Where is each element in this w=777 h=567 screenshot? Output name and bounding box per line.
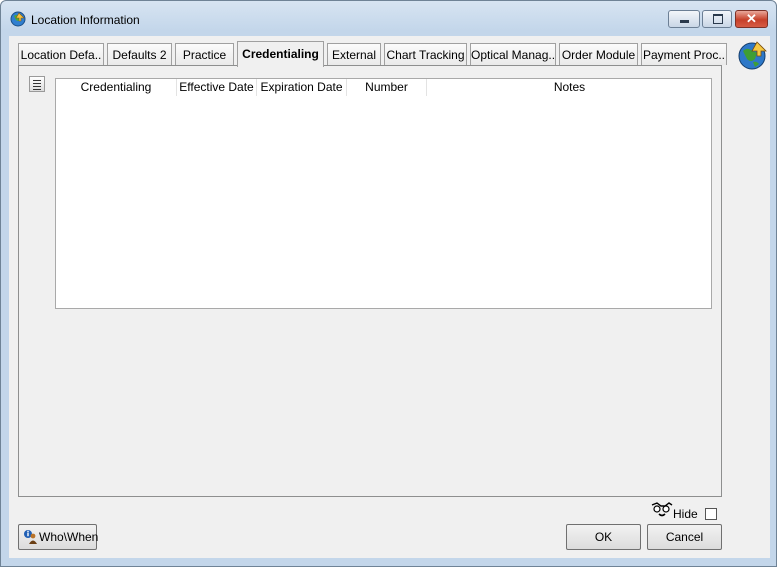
tab-location-defaults[interactable]: Location Defa.. (18, 43, 104, 65)
cancel-label: Cancel (665, 530, 704, 544)
tab-payment-processing[interactable]: Payment Proc.. (641, 43, 727, 65)
credentialing-grid[interactable]: Credentialing Effective Date Expiration … (55, 78, 712, 309)
location-information-window: Location Information ✕ Location Defa.. D… (0, 0, 777, 567)
info-person-icon (24, 530, 37, 544)
client-area: Location Defa.. Defaults 2 Practice Cred… (9, 36, 770, 558)
tab-label: Order Module (561, 48, 636, 62)
tab-label: External (331, 48, 377, 62)
grid-header: Credentialing Effective Date Expiration … (56, 79, 711, 96)
disguise-glasses-icon (651, 502, 673, 517)
who-when-button[interactable]: Who\When (18, 524, 99, 550)
ok-label: OK (594, 530, 613, 544)
tab-label: Location Defa.. (20, 48, 102, 62)
maximize-button[interactable] (702, 10, 732, 28)
tab-chart-tracking[interactable]: Chart Tracking (384, 43, 467, 65)
tab-defaults-2[interactable]: Defaults 2 (107, 43, 172, 65)
tab-label: Optical Manag.. (471, 48, 556, 62)
tab-external[interactable]: External (327, 43, 381, 65)
minimize-icon (680, 20, 689, 23)
tab-label: Credentialing (242, 47, 319, 61)
tab-label: Chart Tracking (386, 48, 465, 62)
tab-label: Payment Proc.. (642, 48, 726, 62)
hide-checkbox[interactable] (705, 508, 717, 520)
tab-optical-management[interactable]: Optical Manag.. (470, 43, 556, 65)
column-header-number[interactable]: Number (347, 79, 427, 96)
hide-label: Hide (673, 507, 698, 521)
who-when-label: Who\When (39, 530, 99, 544)
tab-label: Practice (182, 48, 227, 62)
ok-button[interactable]: OK (566, 524, 641, 550)
column-header-credentialing[interactable]: Credentialing (56, 79, 177, 96)
tab-label: Defaults 2 (112, 48, 167, 62)
tab-practice[interactable]: Practice (175, 43, 234, 65)
list-menu-button[interactable] (29, 76, 45, 92)
close-button[interactable]: ✕ (735, 10, 768, 28)
column-header-expiration-date[interactable]: Expiration Date (257, 79, 347, 96)
title-bar[interactable]: Location Information ✕ (1, 1, 776, 37)
globe-icon (738, 41, 767, 70)
column-header-notes[interactable]: Notes (427, 79, 712, 96)
tab-credentialing[interactable]: Credentialing (237, 41, 324, 67)
maximize-icon (713, 14, 723, 24)
credentialing-panel: Credentialing Effective Date Expiration … (18, 65, 722, 497)
cancel-button[interactable]: Cancel (647, 524, 722, 550)
column-header-effective-date[interactable]: Effective Date (177, 79, 257, 96)
close-icon: ✕ (746, 11, 757, 26)
tab-order-module[interactable]: Order Module (559, 43, 638, 65)
globe-arrow-icon (10, 11, 26, 27)
window-title: Location Information (31, 13, 140, 27)
minimize-button[interactable] (668, 10, 700, 28)
